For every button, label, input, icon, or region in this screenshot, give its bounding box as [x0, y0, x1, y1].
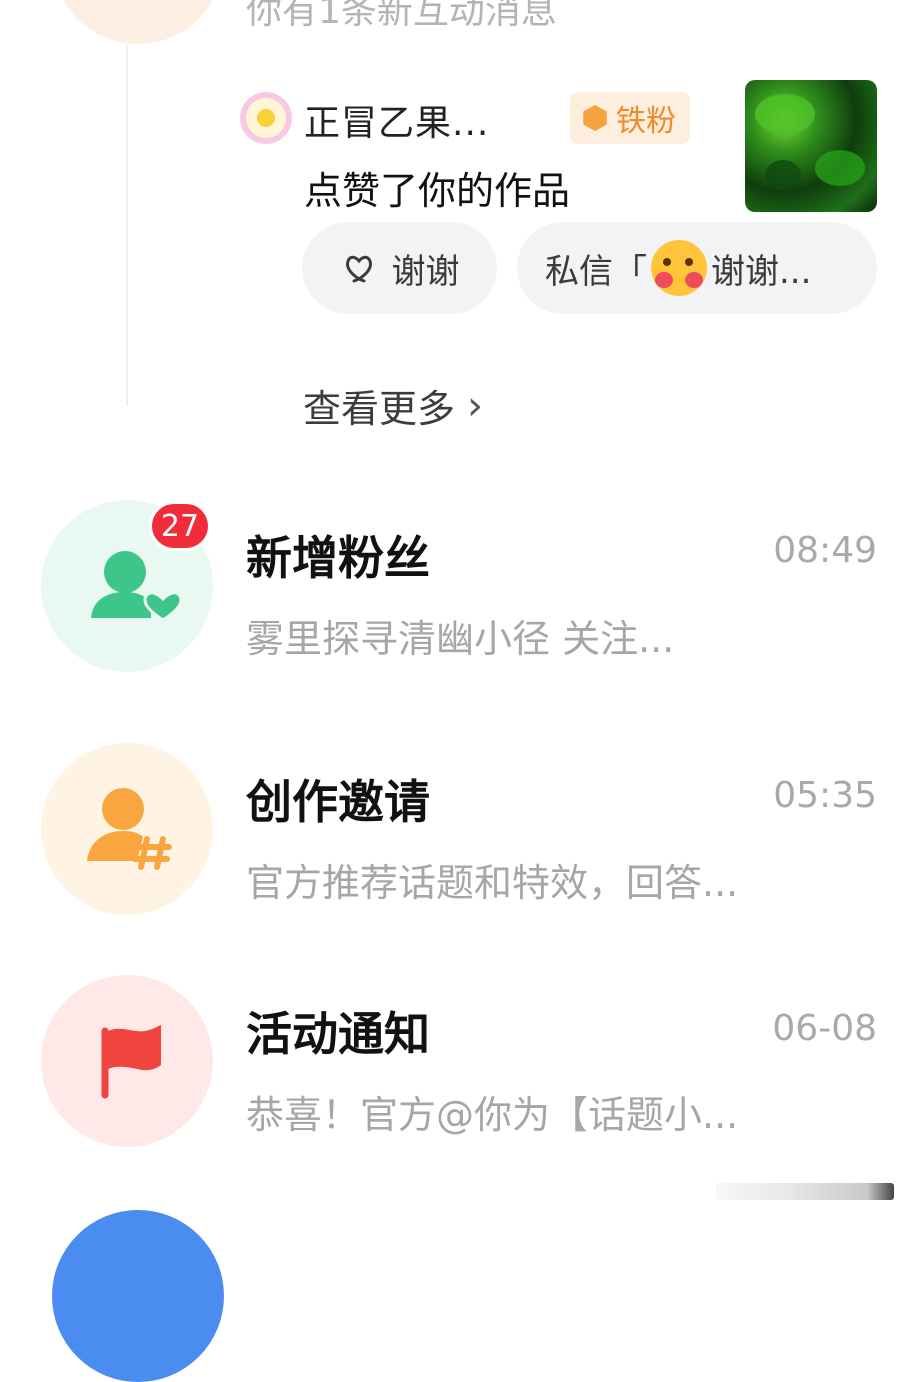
- thanks-label: 谢谢: [391, 251, 460, 292]
- chevron-right-icon: ›: [467, 382, 484, 429]
- work-thumbnail[interactable]: [745, 80, 877, 212]
- dm-label-suffix: 谢谢...: [711, 251, 812, 292]
- dm-thanks-button[interactable]: 私信「 谢谢...: [517, 222, 877, 314]
- home-indicator-bar[interactable]: [716, 1183, 894, 1200]
- interaction-group-subtitle[interactable]: 你有1条新互动消息: [246, 0, 557, 34]
- flower-thanks-icon: [345, 255, 372, 283]
- creation-invite-icon: [87, 788, 172, 870]
- interaction-group-avatar[interactable]: [52, 0, 224, 44]
- see-more-link[interactable]: 查看更多 ›: [303, 378, 483, 433]
- creation-invite-preview[interactable]: 官方推荐话题和特效，回答...: [246, 852, 738, 907]
- creation-invite-title[interactable]: 创作邀请: [246, 766, 430, 832]
- activity-notice-preview[interactable]: 恭喜！官方@你为【话题小...: [246, 1084, 738, 1139]
- activity-notice-avatar[interactable]: [41, 975, 213, 1147]
- hugging-emoji-icon: [651, 240, 707, 296]
- new-followers-title[interactable]: 新增粉丝: [246, 522, 430, 588]
- see-more-label: 查看更多: [303, 387, 456, 431]
- like-action-text: 点赞了你的作品: [304, 169, 571, 213]
- thread-divider-line: [126, 46, 128, 406]
- flag-icon: [101, 1025, 161, 1099]
- fan-badge-icon: [583, 105, 607, 131]
- fan-level-badge: 铁粉: [570, 92, 690, 144]
- creation-invite-avatar[interactable]: [41, 743, 213, 915]
- creation-invite-time: 05:35: [773, 775, 877, 816]
- unread-count-badge: 27: [149, 501, 211, 551]
- egg-avatar-icon: [246, 98, 286, 138]
- new-followers-preview[interactable]: 雾里探寻清幽小径 关注...: [246, 608, 674, 663]
- next-conversation-avatar[interactable]: [52, 1210, 224, 1382]
- thanks-button[interactable]: 谢谢: [302, 222, 497, 314]
- activity-notice-title[interactable]: 活动通知: [246, 998, 430, 1064]
- new-followers-time: 08:49: [773, 530, 877, 571]
- liker-avatar[interactable]: [240, 92, 292, 144]
- dm-label-prefix: 私信「: [545, 251, 647, 292]
- liker-username[interactable]: 正冒乙果...: [304, 94, 489, 146]
- fan-badge-label: 铁粉: [616, 104, 676, 139]
- activity-notice-time: 06-08: [772, 1008, 877, 1049]
